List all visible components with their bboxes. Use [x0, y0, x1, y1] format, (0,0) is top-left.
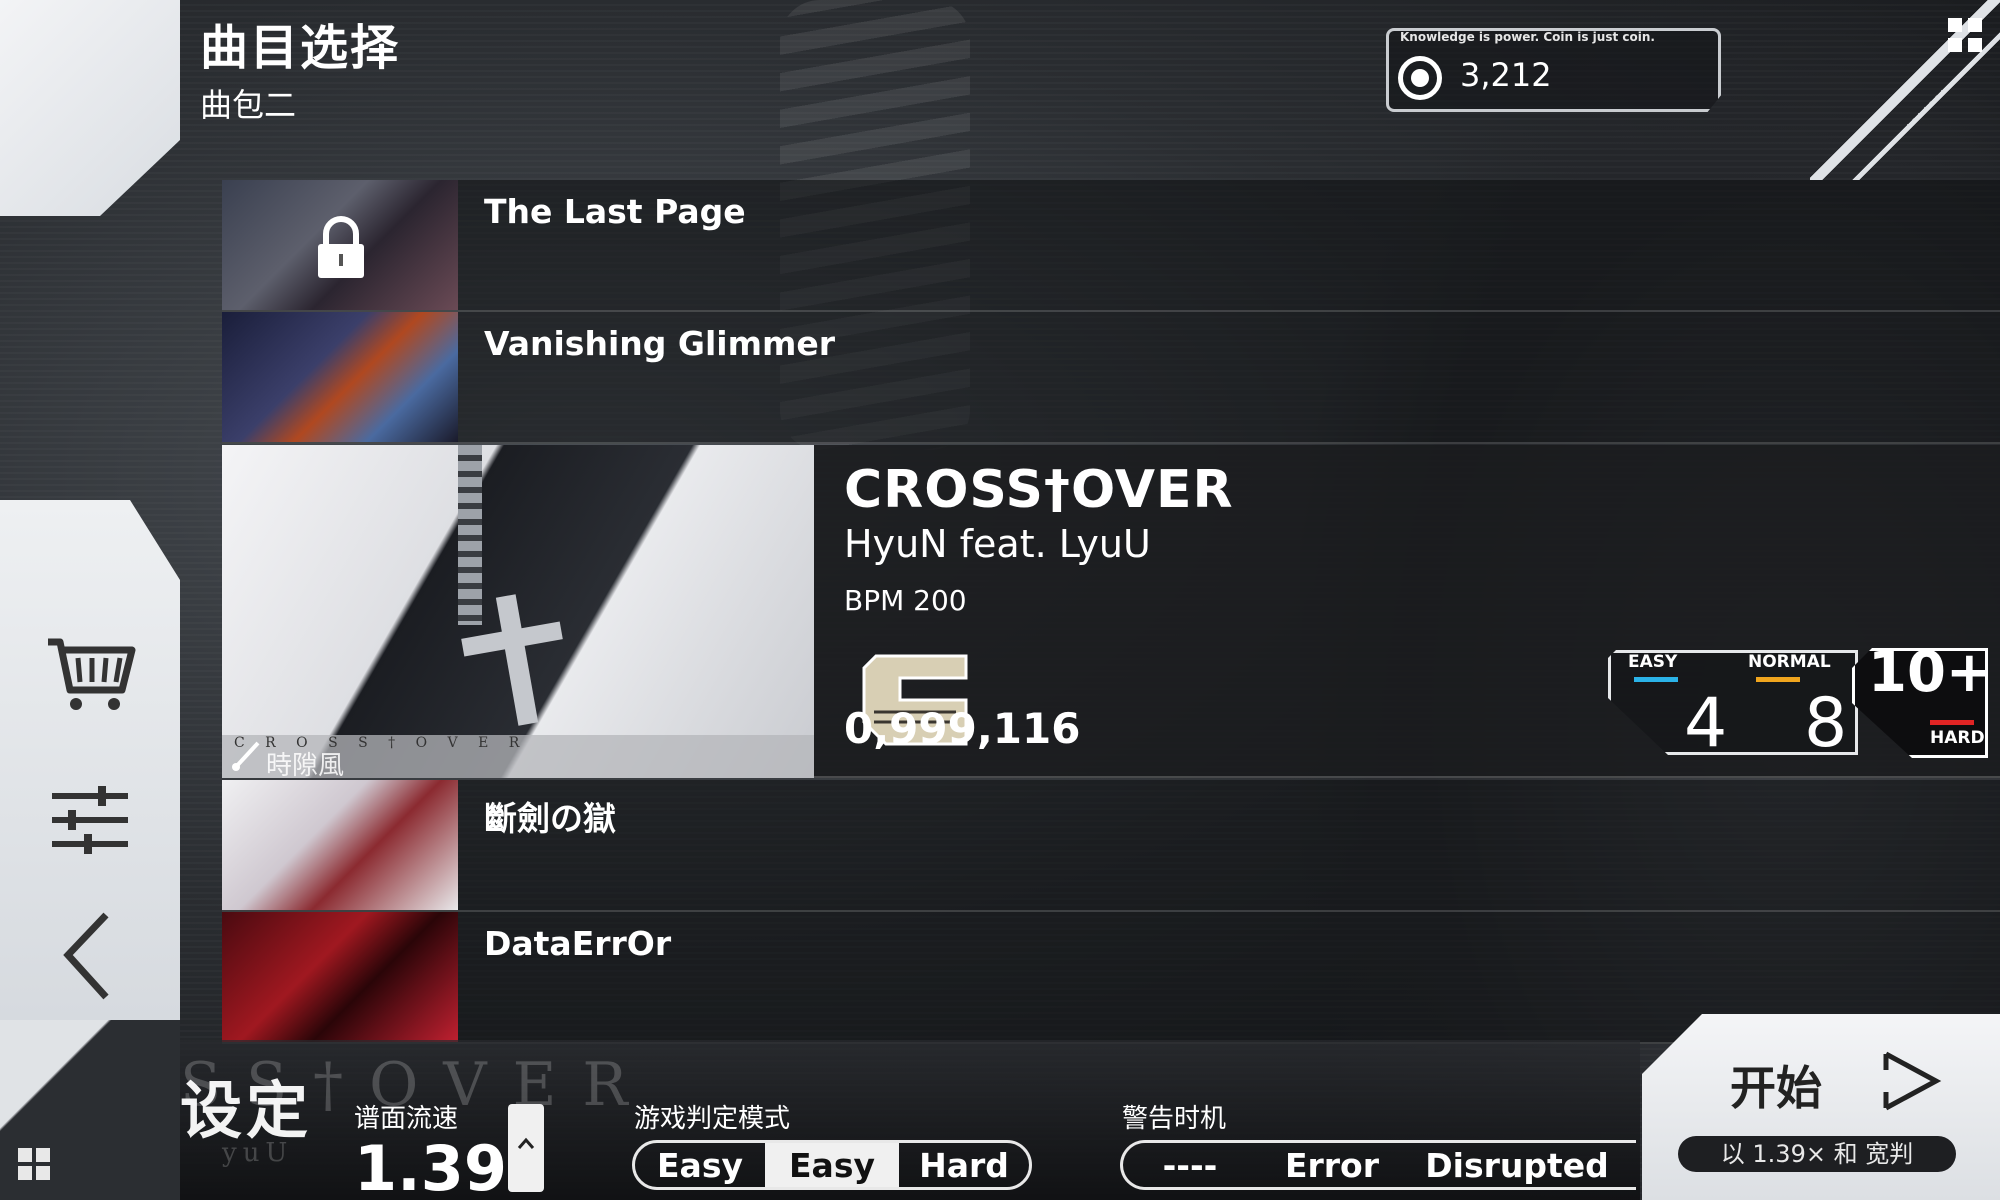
difficulty-easy-label[interactable]: EASY: [1628, 652, 1677, 672]
speed-label: 谱面流速: [354, 1104, 459, 1134]
play-arrow-icon[interactable]: [1880, 1050, 1942, 1112]
chapter-subtitle: 曲包二: [200, 86, 297, 124]
difficulty-normal-level[interactable]: 8: [1804, 684, 1847, 763]
difficulty-hard-label[interactable]: HARD: [1930, 728, 1985, 748]
settings-heading: 设定: [180, 1074, 313, 1147]
song-jacket: [222, 180, 458, 310]
illustration-cross: [495, 594, 539, 726]
settings-sliders-icon[interactable]: [40, 770, 140, 870]
chevron-up-icon[interactable]: [516, 1134, 536, 1154]
selected-song-bpm: BPM 200: [844, 584, 967, 617]
song-jacket: [222, 912, 458, 1042]
illustration-chain: [458, 445, 482, 625]
coin-icon: [1398, 56, 1442, 100]
song-row-vanishing-glimmer[interactable]: Vanishing Glimmer: [222, 312, 2000, 444]
song-jacket: [222, 780, 458, 910]
difficulty-easy-level[interactable]: 4: [1684, 684, 1727, 763]
judge-mode-toggle[interactable]: Easy Easy Hard: [632, 1140, 1032, 1190]
illustrator-brush-icon: [232, 741, 260, 771]
warning-option-none[interactable]: ----: [1123, 1143, 1257, 1187]
judge-mode-label: 游戏判定模式: [634, 1104, 791, 1134]
difficulty-normal-label[interactable]: NORMAL: [1748, 652, 1831, 672]
warning-timing-label: 警告时机: [1122, 1104, 1227, 1134]
coin-caption: Knowledge is power. Coin is just coin.: [1400, 30, 1655, 44]
coin-value: 3,212: [1460, 56, 1552, 94]
song-name: Vanishing Glimmer: [484, 324, 835, 363]
warning-option-error[interactable]: Error: [1257, 1143, 1407, 1187]
grid-menu-icon[interactable]: [16, 1146, 52, 1182]
song-jacket: [222, 312, 458, 442]
selected-song-illustration: C R O S S † O V E R 時隙風: [222, 445, 814, 778]
song-name: The Last Page: [484, 192, 746, 231]
judge-option-selected[interactable]: Easy: [765, 1143, 899, 1187]
warning-timing-toggle[interactable]: ---- Error Disrupted: [1120, 1140, 1636, 1190]
judge-option-next[interactable]: Hard: [899, 1143, 1029, 1187]
song-row-the-last-page[interactable]: The Last Page: [222, 180, 2000, 312]
song-name: 斷劍の獄: [484, 799, 616, 838]
start-label[interactable]: 开始: [1730, 1052, 1822, 1118]
selected-song-score: 0,999,116: [844, 704, 1081, 753]
illustrator-name: 時隙風: [266, 751, 345, 778]
song-name: DataErrOr: [484, 924, 672, 963]
warning-option-disrupted[interactable]: Disrupted: [1407, 1143, 1627, 1187]
selected-song-title: CROSS†OVER: [844, 460, 1234, 520]
difficulty-easy-bar: [1634, 677, 1678, 682]
speed-value: 1.39: [354, 1132, 507, 1200]
difficulty-hard-bar: [1930, 720, 1974, 725]
back-arrow-icon[interactable]: [40, 905, 140, 1005]
difficulty-normal-bar: [1756, 677, 1800, 682]
difficulty-hard-level[interactable]: 10+: [1868, 640, 1993, 705]
song-row-danken-no-goku[interactable]: 斷劍の獄: [222, 780, 2000, 912]
selected-song-artist: HyuN feat. LyuU: [844, 522, 1151, 566]
lock-icon: [318, 216, 364, 278]
corner-menu-icon[interactable]: [1946, 16, 1984, 54]
judge-option-prev[interactable]: Easy: [635, 1143, 765, 1187]
start-summary: 以 1.39× 和 宽判: [1678, 1136, 1956, 1172]
shop-cart-icon[interactable]: [40, 620, 140, 720]
page-title: 曲目选择: [200, 20, 401, 76]
